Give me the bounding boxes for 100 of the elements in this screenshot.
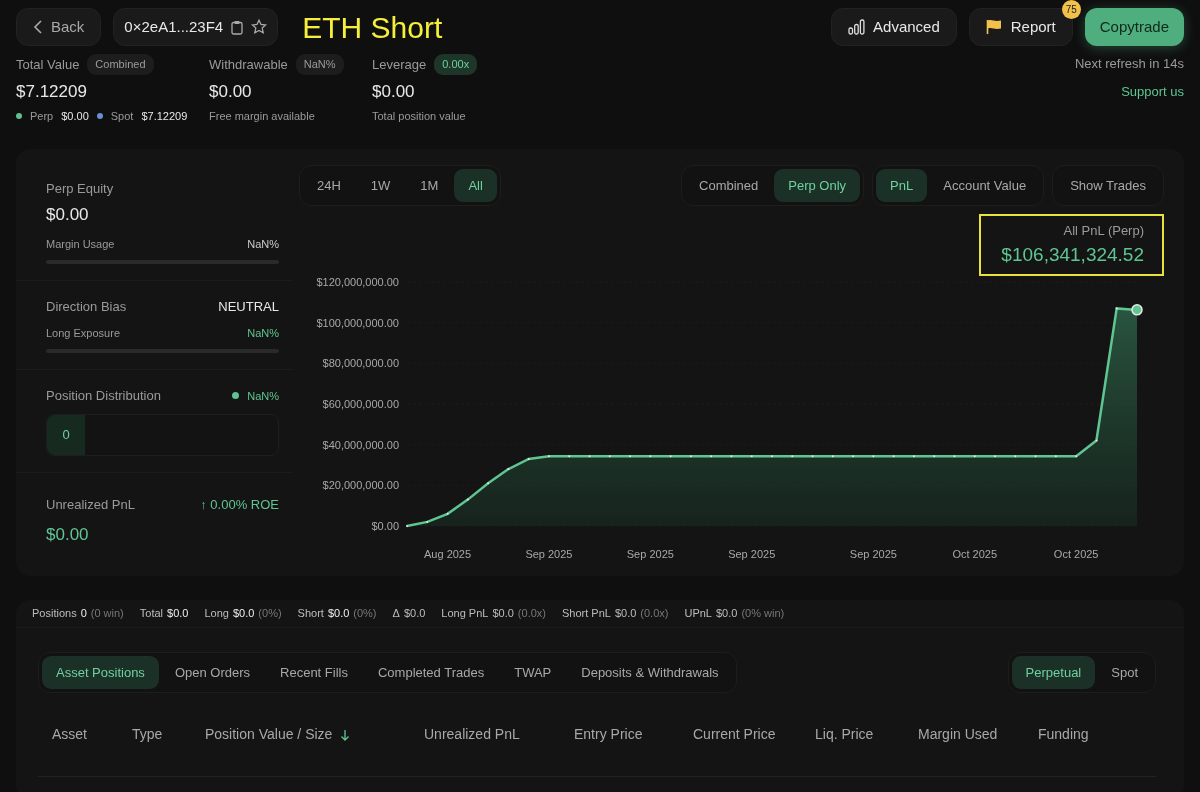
summary-value: 0 (80, 605, 87, 621)
annotation-title: ETH Short (302, 9, 443, 46)
metric-tab[interactable]: Account Value (929, 168, 1041, 202)
summary-label: Δ (392, 605, 400, 621)
column-title: Current Price (693, 725, 776, 744)
positions-tab[interactable]: Deposits & Withdrawals (567, 655, 733, 689)
address-text: 0×2eA1...23F4 (124, 16, 224, 37)
x-axis-label: Oct 2025 (1053, 548, 1099, 560)
roe-change: ↑ 0.00% ROE (200, 495, 279, 514)
bias-label: Direction Bias (46, 298, 127, 316)
positions-tab[interactable]: Completed Trades (363, 655, 499, 689)
pnl-summary-label: All PnL (Perp) (1062, 222, 1144, 240)
advanced-button[interactable]: Advanced (831, 8, 957, 46)
stat-label: Withdrawable (209, 55, 288, 74)
y-axis-label: $20,000,000.00 (322, 479, 399, 492)
data-point (588, 455, 591, 458)
data-point (892, 455, 895, 458)
summary-note: (0%) (258, 605, 282, 621)
summary-note: (0% win) (741, 605, 785, 621)
data-point (933, 455, 936, 458)
metric-tab[interactable]: PnL (876, 168, 928, 202)
positions-tab[interactable]: Asset Positions (42, 655, 159, 689)
stat-tag: Combined (87, 54, 154, 75)
stat-tag: 0.00x (434, 54, 478, 75)
summary-value: $0.0 (327, 605, 350, 621)
column-header[interactable]: Asset (52, 724, 132, 745)
stat-note: Free margin available (209, 109, 316, 124)
distribution-segment: 0 (47, 414, 85, 455)
data-point (649, 455, 652, 458)
market-tab[interactable]: Perpetual (1011, 655, 1096, 689)
back-button[interactable]: Back (16, 8, 102, 46)
star-icon[interactable] (251, 19, 268, 35)
x-axis-label: Oct 2025 (952, 548, 998, 560)
data-point (994, 455, 997, 458)
x-axis-label: Sep 2025 (626, 548, 674, 560)
distribution-label: Position Distribution (46, 387, 161, 405)
meter-reading: NaN% (247, 236, 279, 252)
range-tab[interactable]: All (454, 168, 497, 202)
summary-value: $0.0 (167, 605, 189, 621)
data-point (426, 520, 429, 523)
data-point (811, 455, 814, 458)
positions-tab[interactable]: Open Orders (160, 655, 265, 689)
data-point (547, 455, 550, 458)
summary-label: Long PnL (441, 605, 489, 621)
count-badge: 75 (1061, 0, 1081, 19)
legend-reading: NaN% (247, 388, 279, 404)
y-axis-label: $0.00 (371, 520, 399, 532)
clipboard-icon[interactable] (231, 19, 244, 35)
column-title: Liq. Price (815, 725, 874, 744)
summary-note: (0%) (353, 605, 377, 621)
data-point (629, 455, 632, 458)
copytrade-button[interactable]: Copytrade (1084, 8, 1184, 46)
refresh-timer: Next refresh in 14s (1074, 55, 1184, 73)
column-header[interactable]: Position Value / Size (205, 724, 424, 745)
summary-label: Long (204, 605, 229, 621)
x-axis-label: Aug 2025 (424, 548, 472, 560)
summary-value: $0.0 (403, 605, 426, 621)
column-header[interactable]: Entry Price (574, 724, 693, 745)
summary-value: $0.0 (232, 605, 255, 621)
data-point (1034, 455, 1037, 458)
summary-value: $0.0 (614, 605, 637, 621)
data-point (466, 498, 469, 501)
support-link[interactable]: Support us (1121, 81, 1184, 101)
y-axis-label: $60,000,000.00 (322, 398, 399, 410)
summary-value: $0.0 (716, 605, 738, 621)
column-title: Entry Price (574, 725, 643, 744)
column-header[interactable]: Margin Used (918, 724, 1038, 745)
data-point (608, 455, 611, 458)
y-axis-label: $40,000,000.00 (322, 438, 399, 451)
summary-label: Short PnL (562, 605, 611, 621)
x-axis-label: Sep 2025 (849, 548, 897, 560)
data-point (568, 455, 571, 458)
data-point (507, 468, 510, 471)
range-tab[interactable]: 24H (303, 168, 355, 202)
summary-label: UPnL (684, 605, 712, 621)
mode-tab[interactable]: Perp Only (774, 168, 861, 202)
column-header[interactable]: Type (132, 724, 205, 745)
positions-tab[interactable]: TWAP (500, 655, 566, 689)
x-axis-label: Sep 2025 (728, 548, 776, 560)
data-point (446, 512, 449, 515)
meter-reading: NaN% (247, 325, 279, 341)
column-title: Type (132, 725, 163, 744)
summary-label: Total (139, 605, 164, 621)
data-point (1131, 304, 1143, 316)
mode-tab[interactable]: Combined (685, 168, 773, 202)
market-tab[interactable]: Spot (1097, 655, 1152, 689)
column-header[interactable]: Unrealized PnL (424, 724, 574, 745)
breakdown-value: $0.00 (61, 109, 89, 124)
data-point (953, 455, 956, 458)
column-title: Asset (52, 725, 87, 744)
column-header[interactable]: Funding (1038, 724, 1138, 745)
column-header[interactable]: Current Price (693, 724, 815, 745)
column-header[interactable]: Liq. Price (815, 724, 918, 745)
positions-tab[interactable]: Recent Fills (266, 655, 362, 689)
range-tab[interactable]: 1W (356, 168, 405, 202)
range-tab[interactable]: 1M (406, 168, 453, 202)
stat-note: Total position value (372, 109, 467, 124)
y-axis-label: $100,000,000.00 (316, 316, 399, 329)
column-title: Margin Used (918, 725, 998, 744)
chevron-left-icon (33, 20, 43, 34)
